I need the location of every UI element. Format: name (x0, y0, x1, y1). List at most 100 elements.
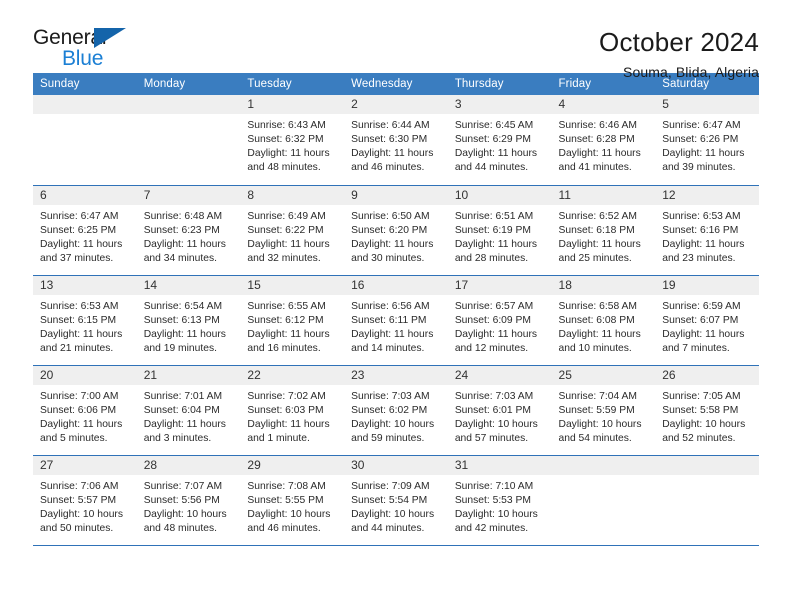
daylight-text: Daylight: 11 hours and 10 minutes. (558, 328, 641, 354)
day-number: 9 (344, 185, 448, 205)
weekday-header-wednesday: Wednesday (344, 73, 448, 95)
sunrise-text: Sunrise: 7:10 AM (454, 480, 534, 492)
sunset-text: Sunset: 6:02 PM (351, 404, 428, 416)
sunset-text: Sunset: 6:30 PM (351, 134, 428, 146)
sunset-text: Sunset: 5:57 PM (40, 494, 117, 506)
sunset-text: Sunset: 6:03 PM (247, 404, 324, 416)
calendar-day-cell[interactable]: 28 Sunrise: 7:07 AM Sunset: 5:56 PM Dayligh… (136, 455, 241, 545)
calendar-day-cell[interactable]: 4 Sunrise: 6:46 AM Sunset: 6:28 PM Daylight… (551, 95, 656, 185)
daylight-text: Daylight: 11 hours and 28 minutes. (454, 238, 538, 264)
day-number: 19 (655, 275, 759, 295)
calendar-day-cell[interactable]: 5 Sunrise: 6:47 AM Sunset: 6:26 PM Daylight… (655, 95, 759, 185)
daylight-text: Daylight: 10 hours and 42 minutes. (454, 508, 538, 534)
calendar-week-row: 20 Sunrise: 7:00 AM Sunset: 6:06 PM Dayligh… (33, 365, 759, 455)
day-number: 23 (344, 365, 448, 385)
calendar-day-cell[interactable]: 22 Sunrise: 7:02 AM Sunset: 6:03 PM Dayligh… (240, 365, 345, 455)
calendar-day-cell[interactable]: 21 Sunrise: 7:01 AM Sunset: 6:04 PM Dayligh… (136, 365, 241, 455)
calendar-day-cell[interactable]: 8 Sunrise: 6:49 AM Sunset: 6:22 PM Daylight… (240, 185, 345, 275)
daylight-text: Daylight: 10 hours and 44 minutes. (351, 508, 435, 534)
daylight-text: Daylight: 11 hours and 25 minutes. (558, 238, 641, 264)
sunset-text: Sunset: 6:20 PM (351, 224, 428, 236)
sunset-text: Sunset: 6:25 PM (40, 224, 117, 236)
day-details: Sunrise: 6:52 AM Sunset: 6:18 PM Daylight:… (552, 205, 656, 266)
calendar-day-cell[interactable]: 18 Sunrise: 6:58 AM Sunset: 6:08 PM Dayligh… (551, 275, 656, 365)
sunrise-text: Sunrise: 7:02 AM (247, 390, 326, 402)
day-details: Sunrise: 6:47 AM Sunset: 6:26 PM Daylight:… (655, 114, 759, 175)
daylight-text: Daylight: 11 hours and 5 minutes. (40, 418, 123, 444)
day-number: 10 (447, 185, 552, 205)
sunset-text: Sunset: 6:18 PM (558, 224, 635, 236)
sunrise-text: Sunrise: 6:57 AM (454, 300, 534, 312)
day-details: Sunrise: 6:53 AM Sunset: 6:15 PM Daylight:… (33, 295, 137, 356)
calendar-day-cell[interactable]: 19 Sunrise: 6:59 AM Sunset: 6:07 PM Dayligh… (655, 275, 759, 365)
day-number: 27 (33, 455, 137, 475)
calendar-day-cell[interactable]: 16 Sunrise: 6:56 AM Sunset: 6:11 PM Dayligh… (344, 275, 448, 365)
weekday-header-sunday: Sunday (33, 73, 137, 95)
day-number: 6 (33, 185, 137, 205)
calendar-day-cell[interactable]: 7 Sunrise: 6:48 AM Sunset: 6:23 PM Daylight… (136, 185, 241, 275)
calendar-day-cell[interactable]: 3 Sunrise: 6:45 AM Sunset: 6:29 PM Daylight… (447, 95, 552, 185)
calendar-day-cell[interactable]: 17 Sunrise: 6:57 AM Sunset: 6:09 PM Dayligh… (447, 275, 552, 365)
day-details: Sunrise: 7:00 AM Sunset: 6:06 PM Daylight:… (33, 385, 137, 446)
day-number: 15 (240, 275, 345, 295)
day-details: Sunrise: 6:50 AM Sunset: 6:20 PM Daylight:… (344, 205, 448, 266)
day-details: Sunrise: 7:07 AM Sunset: 5:56 PM Daylight:… (137, 475, 241, 536)
calendar-day-cell[interactable]: 10 Sunrise: 6:51 AM Sunset: 6:19 PM Dayligh… (447, 185, 552, 275)
calendar-day-cell[interactable]: 14 Sunrise: 6:54 AM Sunset: 6:13 PM Dayligh… (136, 275, 241, 365)
calendar-day-cell[interactable]: 13 Sunrise: 6:53 AM Sunset: 6:15 PM Dayligh… (33, 275, 137, 365)
daylight-text: Daylight: 10 hours and 50 minutes. (40, 508, 123, 534)
sunrise-text: Sunrise: 7:07 AM (143, 480, 223, 492)
title-block: October 2024 Souma, Blida, Algeria (599, 26, 759, 80)
calendar-day-cell[interactable]: 23 Sunrise: 7:03 AM Sunset: 6:02 PM Dayligh… (344, 365, 448, 455)
sunset-text: Sunset: 6:15 PM (40, 314, 117, 326)
calendar-day-cell[interactable]: 31 Sunrise: 7:10 AM Sunset: 5:53 PM Dayligh… (447, 455, 552, 545)
calendar-day-cell[interactable]: 11 Sunrise: 6:52 AM Sunset: 6:18 PM Dayligh… (551, 185, 656, 275)
calendar-day-cell[interactable]: 30 Sunrise: 7:09 AM Sunset: 5:54 PM Dayligh… (344, 455, 448, 545)
sunrise-text: Sunrise: 6:59 AM (662, 300, 741, 312)
day-details: Sunrise: 7:09 AM Sunset: 5:54 PM Daylight:… (344, 475, 448, 536)
daylight-text: Daylight: 11 hours and 30 minutes. (351, 238, 434, 264)
calendar-day-cell[interactable]: 20 Sunrise: 7:00 AM Sunset: 6:06 PM Dayligh… (33, 365, 137, 455)
calendar-day-cell[interactable]: 24 Sunrise: 7:03 AM Sunset: 6:01 PM Dayligh… (447, 365, 552, 455)
calendar-day-cell[interactable]: 9 Sunrise: 6:50 AM Sunset: 6:20 PM Daylight… (344, 185, 448, 275)
calendar-day-cell[interactable]: 12 Sunrise: 6:53 AM Sunset: 6:16 PM Dayligh… (655, 185, 759, 275)
day-details: Sunrise: 7:03 AM Sunset: 6:01 PM Daylight:… (448, 385, 552, 446)
daylight-text: Daylight: 11 hours and 7 minutes. (662, 328, 745, 354)
daylight-text: Daylight: 10 hours and 48 minutes. (143, 508, 227, 534)
sunset-text: Sunset: 6:23 PM (143, 224, 220, 236)
calendar-day-cell[interactable]: 25 Sunrise: 7:04 AM Sunset: 5:59 PM Dayligh… (551, 365, 656, 455)
sunrise-text: Sunrise: 6:50 AM (351, 210, 430, 222)
day-number (33, 95, 137, 114)
sunrise-text: Sunrise: 6:55 AM (247, 300, 326, 312)
day-details: Sunrise: 7:08 AM Sunset: 5:55 PM Daylight:… (240, 475, 344, 536)
daylight-text: Daylight: 11 hours and 16 minutes. (247, 328, 330, 354)
day-number: 21 (136, 365, 241, 385)
calendar-day-cell[interactable]: 6 Sunrise: 6:47 AM Sunset: 6:25 PM Daylight… (33, 185, 137, 275)
sunset-text: Sunset: 5:56 PM (143, 494, 220, 506)
daylight-text: Daylight: 10 hours and 54 minutes. (558, 418, 642, 444)
sunrise-text: Sunrise: 6:53 AM (662, 210, 741, 222)
calendar-week-row: 6 Sunrise: 6:47 AM Sunset: 6:25 PM Daylight… (33, 185, 759, 275)
day-number (655, 455, 759, 475)
calendar-day-cell[interactable]: 2 Sunrise: 6:44 AM Sunset: 6:30 PM Daylight… (344, 95, 448, 185)
sunrise-text: Sunrise: 6:58 AM (558, 300, 637, 312)
daylight-text: Daylight: 10 hours and 57 minutes. (454, 418, 538, 444)
day-details: Sunrise: 7:01 AM Sunset: 6:04 PM Daylight:… (137, 385, 241, 446)
day-details: Sunrise: 6:53 AM Sunset: 6:16 PM Daylight:… (655, 205, 759, 266)
day-details: Sunrise: 7:03 AM Sunset: 6:02 PM Daylight:… (344, 385, 448, 446)
day-number: 2 (344, 95, 448, 114)
daylight-text: Daylight: 11 hours and 39 minutes. (662, 148, 745, 174)
logo-text-blue: Blue (62, 47, 104, 70)
sunset-text: Sunset: 6:26 PM (662, 134, 739, 146)
calendar-day-cell[interactable]: 1 Sunrise: 6:43 AM Sunset: 6:32 PM Daylight… (240, 95, 345, 185)
day-number: 16 (344, 275, 448, 295)
daylight-text: Daylight: 11 hours and 37 minutes. (40, 238, 123, 264)
calendar-day-cell[interactable]: 27 Sunrise: 7:06 AM Sunset: 5:57 PM Dayligh… (33, 455, 137, 545)
calendar-day-cell[interactable]: 15 Sunrise: 6:55 AM Sunset: 6:12 PM Dayligh… (240, 275, 345, 365)
generalblue-logo[interactable]: General Blue (33, 26, 145, 72)
sunrise-text: Sunrise: 7:06 AM (40, 480, 119, 492)
sunrise-text: Sunrise: 7:01 AM (143, 390, 223, 402)
calendar-day-cell[interactable]: 29 Sunrise: 7:08 AM Sunset: 5:55 PM Dayligh… (240, 455, 345, 545)
sunrise-text: Sunrise: 7:03 AM (454, 390, 534, 402)
calendar-day-cell[interactable]: 26 Sunrise: 7:05 AM Sunset: 5:58 PM Dayligh… (655, 365, 759, 455)
